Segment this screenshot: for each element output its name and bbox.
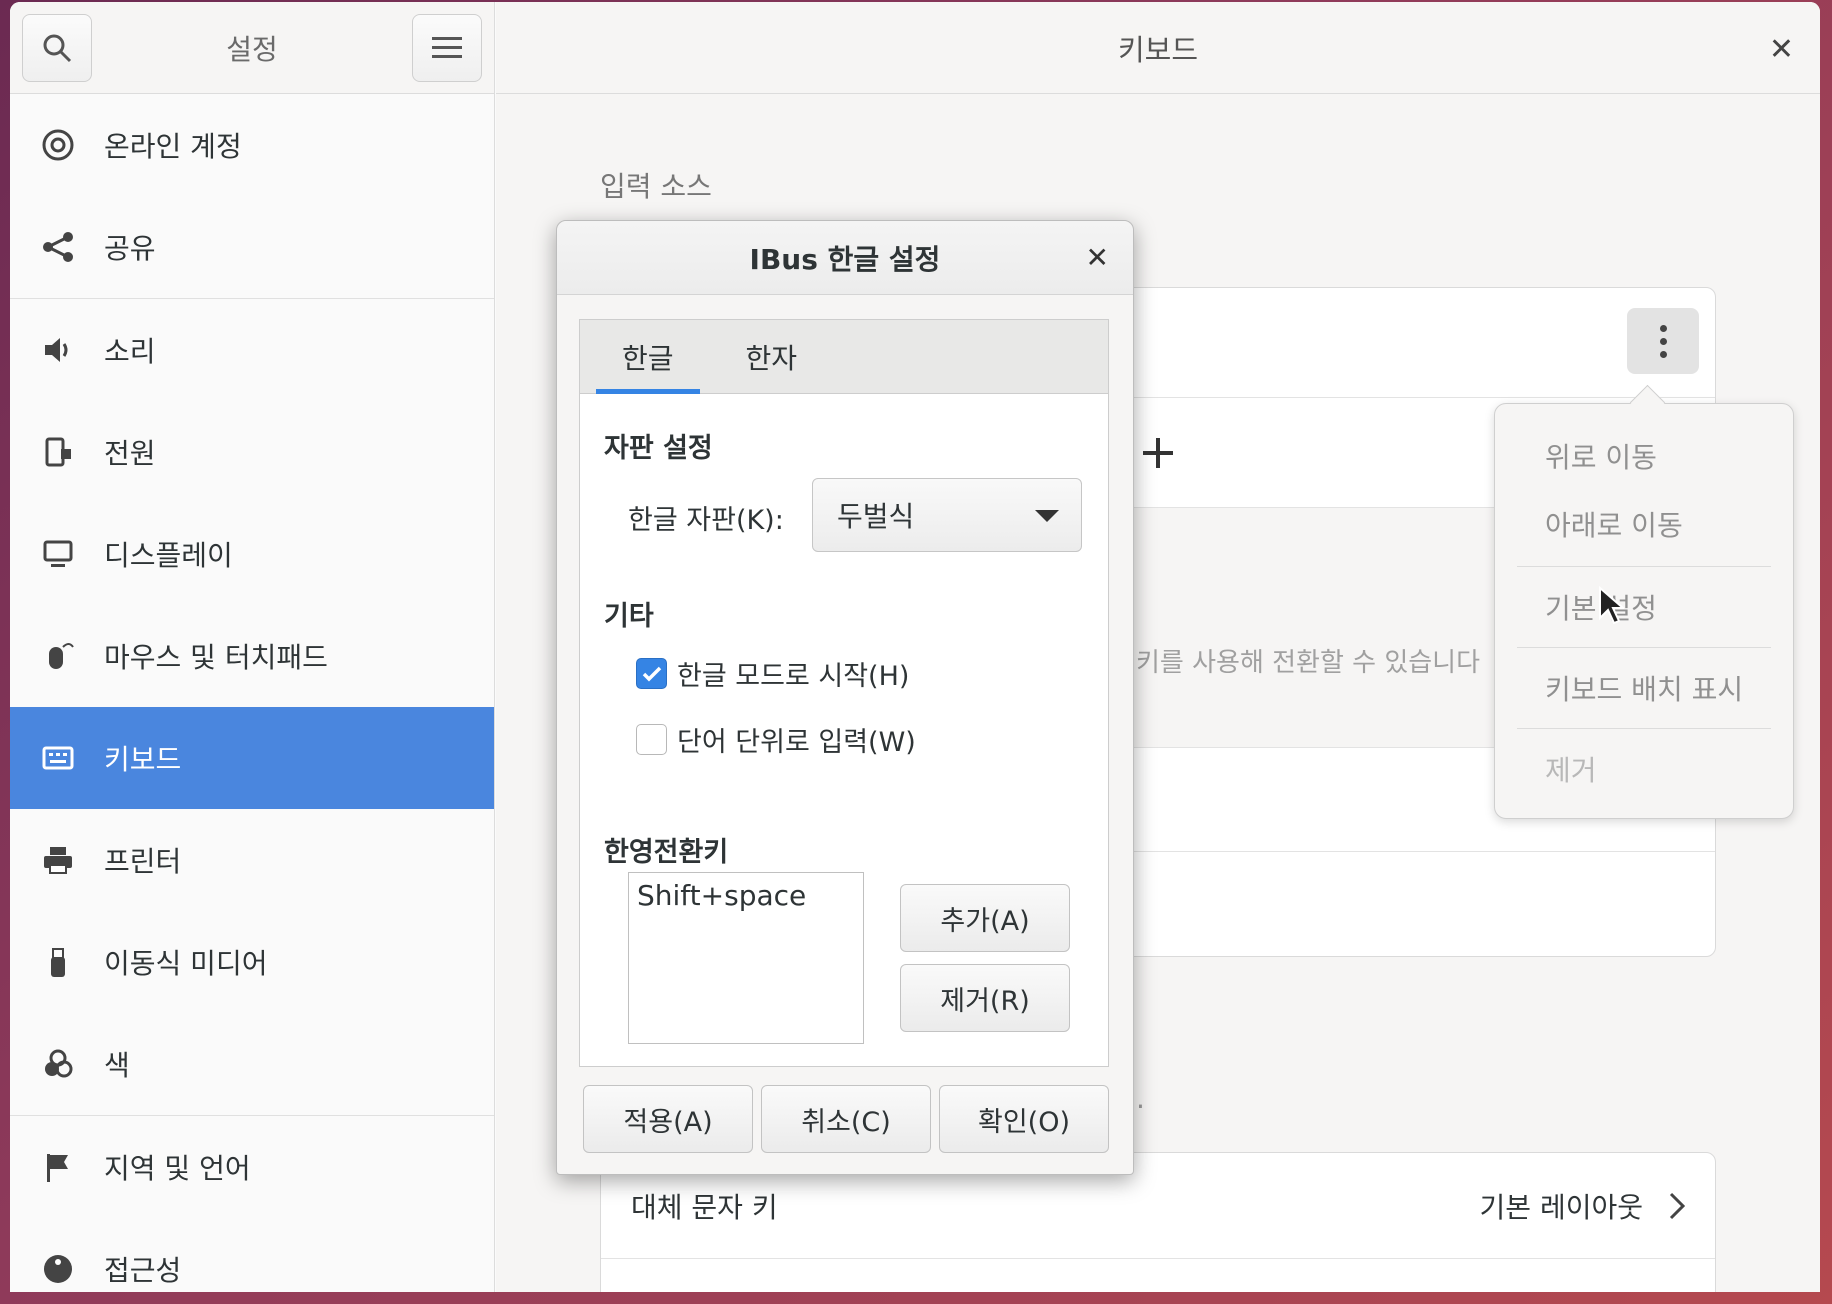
- search-button[interactable]: [22, 13, 92, 82]
- tab-content-hangul: 자판 설정 한글 자판(K): 두벌식 기타 한글 모드로 시작(H) 단어 단…: [580, 394, 1108, 1066]
- plus-icon: [1143, 438, 1173, 468]
- sidebar-item-power[interactable]: 전원: [10, 401, 494, 503]
- kebab-dot-icon: [1659, 350, 1667, 358]
- checkbox-label: 한글 모드로 시작(H): [677, 661, 910, 692]
- sidebar-item-label: 전원: [104, 437, 156, 470]
- kebab-dot-icon: [1659, 337, 1667, 345]
- sidebar-title: 설정: [226, 32, 278, 66]
- checkbox-checked-icon: [636, 658, 667, 689]
- apply-button[interactable]: 적용(A): [583, 1085, 753, 1153]
- ibus-hangul-settings-dialog: IBus 한글 설정 ✕ 한글 한자 자판 설정 한글 자판(K): 두벌식 기…: [556, 220, 1134, 1175]
- keyboard-icon: [36, 736, 80, 780]
- at-icon: [36, 123, 80, 167]
- panel-header: 키보드 ✕: [496, 2, 1820, 94]
- sidebar-item-sound[interactable]: 소리: [10, 299, 494, 401]
- menu-button[interactable]: [412, 13, 482, 82]
- keyboard-layout-value: 두벌식: [837, 500, 915, 533]
- sidebar-item-label: 키보드: [104, 743, 182, 776]
- input-source-popover-menu: 위로 이동 아래로 이동 기본 설정 키보드 배치 표시 제거: [1494, 403, 1794, 819]
- switch-hint-text: 키를 사용해 전환할 수 있습니다: [1136, 648, 1481, 678]
- layout-group-title: 자판 설정: [604, 433, 713, 464]
- color-icon: [36, 1042, 80, 1086]
- sidebar-item-removable-media[interactable]: 이동식 미디어: [10, 911, 494, 1013]
- word-unit-input-checkbox[interactable]: 단어 단위로 입력(W): [636, 720, 916, 759]
- chevron-right-icon: [1669, 1192, 1685, 1219]
- ok-button[interactable]: 확인(O): [939, 1085, 1109, 1153]
- mouse-cursor-icon: [1599, 586, 1624, 625]
- sidebar-item-region-language[interactable]: 지역 및 언어: [10, 1116, 494, 1218]
- preferences-menu-item[interactable]: 기본 설정: [1495, 567, 1793, 647]
- hamburger-icon: [432, 36, 462, 58]
- dialog-title: IBus 한글 설정: [749, 242, 941, 276]
- power-icon: [36, 430, 80, 474]
- sidebar-item-label: 온라인 계정: [104, 130, 242, 163]
- show-layout-menu-item[interactable]: 키보드 배치 표시: [1495, 648, 1793, 728]
- printer-icon: [36, 838, 80, 882]
- settings-notebook: 한글 한자 자판 설정 한글 자판(K): 두벌식 기타 한글 모드로 시작(H…: [579, 319, 1109, 1067]
- close-icon[interactable]: ✕: [1769, 32, 1794, 67]
- sidebar-item-label: 디스플레이: [104, 539, 233, 572]
- sidebar-item-color[interactable]: 색: [10, 1013, 494, 1115]
- sidebar-item-accessibility[interactable]: 접근성: [10, 1218, 494, 1292]
- sidebar-item-label: 소리: [104, 335, 156, 368]
- display-icon: [36, 532, 80, 576]
- section-trailing-dot: .: [1136, 1082, 1145, 1115]
- alternate-chars-value-group: 기본 레이아웃: [1480, 1186, 1685, 1226]
- sidebar-item-label: 공유: [104, 232, 156, 265]
- popover-top-padding: [1495, 404, 1793, 422]
- alternate-chars-value: 기본 레이아웃: [1479, 1190, 1643, 1224]
- speaker-icon: [36, 328, 80, 372]
- accessibility-icon: [36, 1247, 80, 1291]
- toggle-key-list[interactable]: Shift+space: [628, 872, 864, 1044]
- checkbox-label: 단어 단위로 입력(W): [677, 727, 916, 758]
- checkbox-unchecked-icon: [636, 724, 667, 755]
- sidebar-item-keyboard[interactable]: 키보드: [10, 707, 494, 809]
- cancel-button[interactable]: 취소(C): [761, 1085, 931, 1153]
- toggle-key-item[interactable]: Shift+space: [637, 879, 855, 912]
- etc-group-title: 기타: [604, 601, 654, 632]
- search-icon: [43, 34, 72, 62]
- tab-hanja[interactable]: 한자: [720, 320, 824, 393]
- sidebar-header: 설정: [10, 2, 494, 94]
- keyboard-layout-select[interactable]: 두벌식: [812, 478, 1082, 552]
- kebab-dot-icon: [1659, 324, 1667, 332]
- sidebar-item-display[interactable]: 디스플레이: [10, 503, 494, 605]
- sidebar-item-label: 접근성: [104, 1254, 182, 1287]
- toggle-key-group-title: 한영전환키: [604, 837, 729, 868]
- panel-title: 키보드: [1117, 32, 1199, 67]
- mouse-icon: [36, 634, 80, 678]
- tab-hangul[interactable]: 한글: [596, 320, 700, 394]
- popover-spacer: [1495, 558, 1793, 566]
- remove-toggle-key-button[interactable]: 제거(R): [900, 964, 1070, 1032]
- sidebar-item-online-accounts[interactable]: 온라인 계정: [10, 94, 494, 196]
- add-toggle-key-button[interactable]: 추가(A): [900, 884, 1070, 952]
- sidebar-item-sharing[interactable]: 공유: [10, 196, 494, 298]
- sidebar-item-label: 프린터: [104, 845, 182, 878]
- sidebar: 설정 온라인 계정 공유 소리 전원 디스플레이 마우스 및 터치패드 키보드 …: [10, 2, 495, 1292]
- sidebar-item-mouse[interactable]: 마우스 및 터치패드: [10, 605, 494, 707]
- more-options-button[interactable]: [1627, 308, 1699, 374]
- dialog-titlebar: IBus 한글 설정 ✕: [557, 221, 1133, 295]
- move-up-menu-item[interactable]: 위로 이동: [1495, 422, 1793, 490]
- close-icon[interactable]: ✕: [1086, 241, 1109, 274]
- usb-icon: [36, 940, 80, 984]
- sidebar-item-printers[interactable]: 프린터: [10, 809, 494, 911]
- alternate-chars-label: 대체 문자 키: [631, 1190, 778, 1224]
- sidebar-item-label: 마우스 및 터치패드: [104, 641, 328, 674]
- tab-bar: 한글 한자: [580, 320, 1108, 394]
- move-down-menu-item[interactable]: 아래로 이동: [1495, 490, 1793, 558]
- start-hangul-mode-checkbox[interactable]: 한글 모드로 시작(H): [636, 654, 909, 693]
- sidebar-item-label: 이동식 미디어: [104, 947, 268, 980]
- remove-menu-item[interactable]: 제거: [1495, 729, 1793, 809]
- dropdown-arrow-icon: [1035, 510, 1059, 522]
- keyboard-layout-label: 한글 자판(K):: [628, 505, 784, 536]
- flag-icon: [36, 1145, 80, 1189]
- sidebar-item-label: 색: [104, 1049, 130, 1082]
- input-sources-label: 입력 소스: [600, 170, 712, 203]
- share-icon: [36, 225, 80, 269]
- sidebar-item-label: 지역 및 언어: [104, 1152, 251, 1185]
